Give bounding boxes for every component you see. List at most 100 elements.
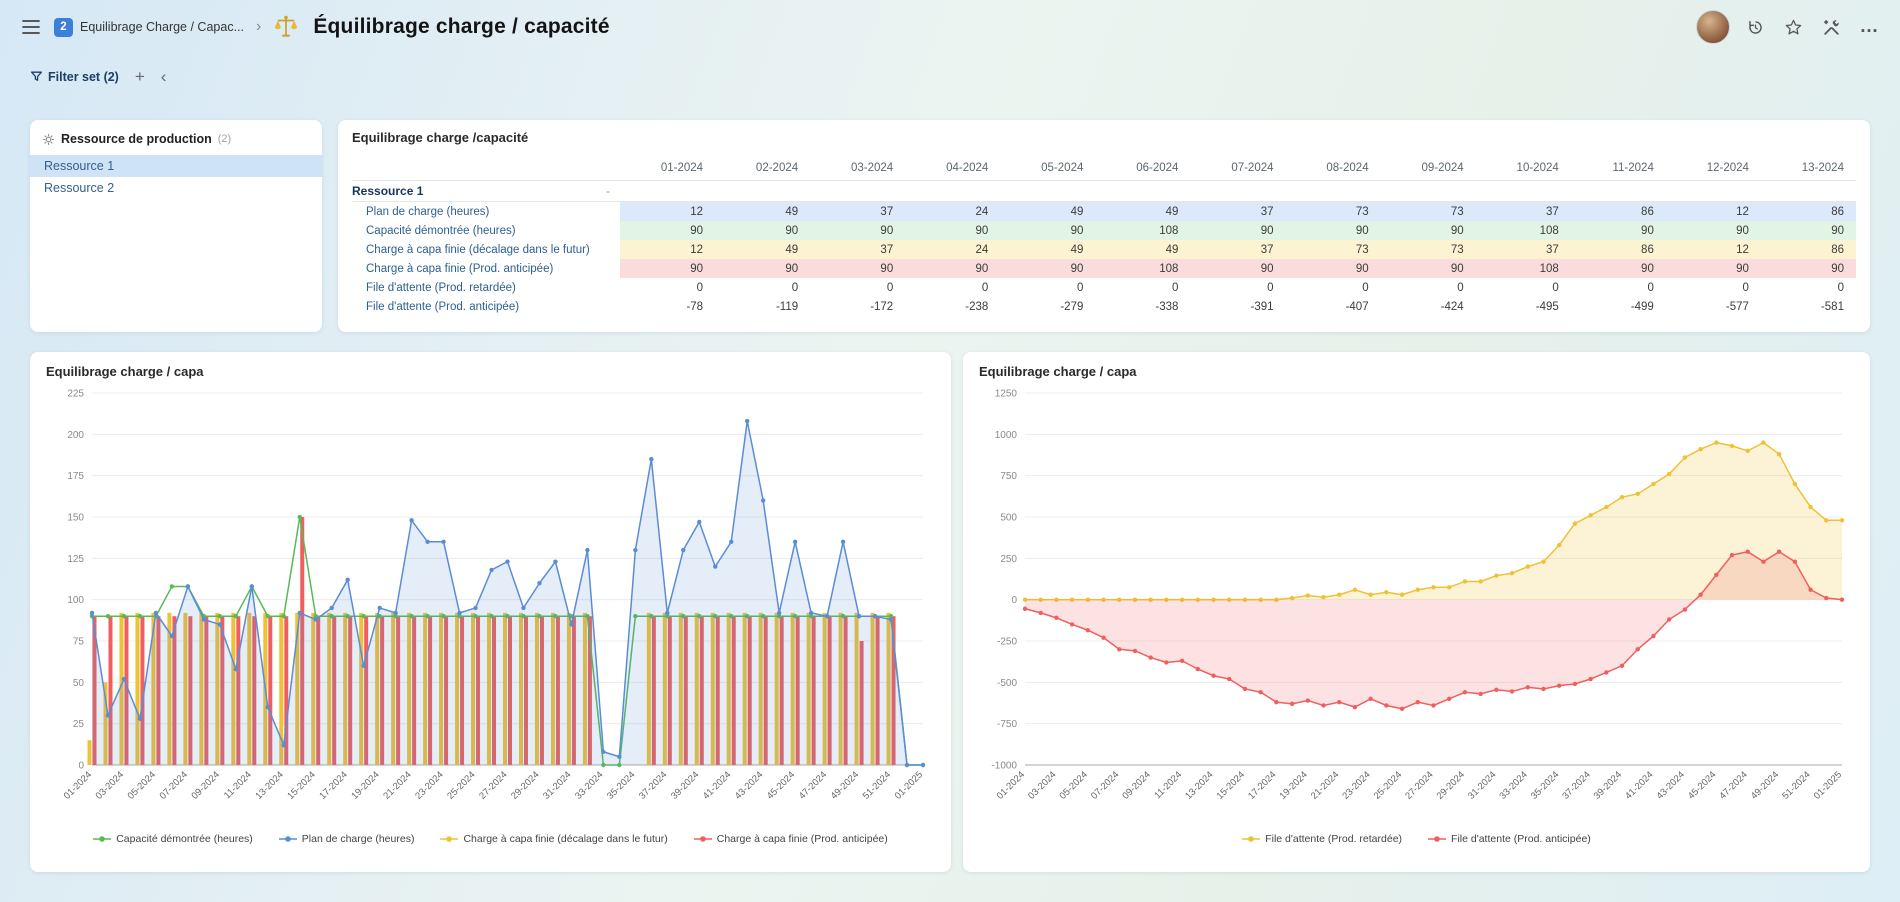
cell-value: 90 — [905, 259, 1000, 278]
svg-text:0: 0 — [1011, 595, 1017, 606]
more-icon[interactable]: … — [1856, 14, 1882, 40]
svg-text:17-2024: 17-2024 — [1246, 769, 1278, 801]
chart-canvas: -1000-750-500-25002505007501000125001-20… — [979, 381, 1854, 829]
legend-item[interactable]: Plan de charge (heures) — [279, 833, 415, 845]
add-filter-button[interactable]: + — [135, 68, 145, 85]
legend-marker — [279, 835, 297, 843]
page-title: Équilibrage charge / capacité — [313, 15, 609, 39]
capacity-table-panel: Equilibrage charge /capacité 01-202402-2… — [338, 120, 1870, 332]
cell-value: 0 — [810, 278, 905, 297]
top-bar: 2 Equilibrage Charge / Capac... › Équili… — [0, 0, 1900, 54]
avatar[interactable] — [1696, 10, 1730, 44]
svg-text:51-2024: 51-2024 — [861, 769, 893, 801]
chart-left-panel: Equilibrage charge / capa 02550751001251… — [30, 352, 951, 872]
legend-item[interactable]: Charge à capa finie (Prod. anticipée) — [694, 833, 888, 845]
collapse-filterbar-button[interactable]: ‹ — [161, 68, 167, 85]
svg-text:150: 150 — [67, 513, 84, 524]
table-column-header: 02-2024 — [715, 162, 810, 174]
svg-text:250: 250 — [1000, 554, 1017, 565]
cell-value: -279 — [1000, 297, 1095, 316]
svg-text:25: 25 — [73, 719, 85, 730]
legend-label: Plan de charge (heures) — [302, 833, 415, 845]
filter-set-chip[interactable]: Filter set (2) — [30, 70, 119, 84]
svg-text:33-2024: 33-2024 — [573, 769, 605, 801]
svg-text:33-2024: 33-2024 — [1497, 769, 1529, 801]
table-row: File d'attente (Prod. anticipée)-78-119-… — [352, 297, 1856, 316]
svg-text:23-2024: 23-2024 — [1340, 769, 1372, 801]
svg-text:01-2025: 01-2025 — [1812, 769, 1844, 801]
cell-value: 90 — [1666, 221, 1761, 240]
cell-value: 12 — [620, 240, 715, 259]
cell-value: 90 — [715, 221, 810, 240]
svg-text:11-2024: 11-2024 — [222, 769, 254, 801]
svg-text:25-2024: 25-2024 — [445, 769, 477, 801]
row-label: Charge à capa finie (Prod. anticipée) — [352, 259, 620, 278]
table-group-row: Ressource 1 - — [352, 181, 1856, 202]
cell-value: 90 — [1381, 221, 1476, 240]
collapse-indicator[interactable]: - — [606, 184, 610, 198]
cell-value: 12 — [1666, 202, 1761, 221]
table-body: Plan de charge (heures)12493724494937737… — [352, 202, 1856, 316]
table-row: Capacité démontrée (heures)9090909090108… — [352, 221, 1856, 240]
table-row: Plan de charge (heures)12493724494937737… — [352, 202, 1856, 221]
cell-value: -499 — [1571, 297, 1666, 316]
svg-text:37-2024: 37-2024 — [637, 769, 669, 801]
svg-text:29-2024: 29-2024 — [1435, 769, 1467, 801]
resource-item[interactable]: Ressource 1 — [30, 155, 322, 177]
svg-text:500: 500 — [1000, 513, 1017, 524]
legend-item[interactable]: Charge à capa finie (décalage dans le fu… — [440, 833, 667, 845]
legend-item[interactable]: Capacité démontrée (heures) — [93, 833, 253, 845]
chart-right-panel: Equilibrage charge / capa -1000-750-500-… — [963, 352, 1870, 872]
cell-value: -424 — [1381, 297, 1476, 316]
cell-value: 37 — [1476, 240, 1571, 259]
cell-value: 90 — [1761, 259, 1856, 278]
table-column-header: 03-2024 — [810, 162, 905, 174]
legend-marker — [93, 835, 111, 843]
cell-value: 49 — [1095, 240, 1190, 259]
svg-text:07-2024: 07-2024 — [158, 769, 190, 801]
cell-value: 90 — [1571, 259, 1666, 278]
svg-text:47-2024: 47-2024 — [1717, 769, 1749, 801]
svg-text:11-2024: 11-2024 — [1152, 769, 1184, 801]
svg-text:35-2024: 35-2024 — [605, 769, 637, 801]
svg-text:49-2024: 49-2024 — [829, 769, 861, 801]
svg-text:0: 0 — [78, 761, 84, 772]
menu-icon[interactable] — [18, 14, 44, 40]
cell-value: 90 — [810, 259, 905, 278]
chart-legend: File d'attente (Prod. retardée) File d'at… — [979, 833, 1854, 845]
cell-value: -119 — [715, 297, 810, 316]
cell-value: 108 — [1476, 259, 1571, 278]
row-label: Charge à capa finie (décalage dans le fu… — [352, 240, 620, 259]
cell-value: 0 — [1000, 278, 1095, 297]
svg-text:05-2024: 05-2024 — [126, 769, 158, 801]
chart-canvas: 025507510012515017520022501-202403-20240… — [46, 381, 935, 829]
breadcrumb-badge: 2 — [54, 18, 73, 37]
breadcrumb-separator-icon: › — [256, 18, 261, 36]
svg-text:45-2024: 45-2024 — [765, 769, 797, 801]
cell-value: 108 — [1476, 221, 1571, 240]
scales-icon — [273, 14, 299, 40]
svg-text:21-2024: 21-2024 — [1309, 769, 1341, 801]
svg-text:09-2024: 09-2024 — [1120, 769, 1152, 801]
cell-value: 90 — [1571, 221, 1666, 240]
breadcrumb[interactable]: 2 Equilibrage Charge / Capac... — [54, 18, 244, 37]
cell-value: 73 — [1286, 202, 1381, 221]
tools-icon[interactable] — [1818, 14, 1844, 40]
svg-text:27-2024: 27-2024 — [477, 769, 509, 801]
cell-value: 0 — [1381, 278, 1476, 297]
resource-item[interactable]: Ressource 2 — [30, 177, 322, 199]
table-column-headers: 01-202402-202403-202404-202405-202406-20… — [352, 147, 1856, 181]
svg-text:01-2025: 01-2025 — [893, 769, 925, 801]
svg-text:09-2024: 09-2024 — [190, 769, 222, 801]
history-icon[interactable] — [1742, 14, 1768, 40]
legend-label: Charge à capa finie (Prod. anticipée) — [717, 833, 888, 845]
breadcrumb-label: Equilibrage Charge / Capac... — [80, 20, 244, 34]
svg-text:15-2024: 15-2024 — [1215, 769, 1247, 801]
cell-value: 0 — [1761, 278, 1856, 297]
legend-item[interactable]: File d'attente (Prod. retardée) — [1242, 833, 1402, 845]
table-row: Charge à capa finie (Prod. anticipée)909… — [352, 259, 1856, 278]
legend-item[interactable]: File d'attente (Prod. anticipée) — [1428, 833, 1591, 845]
star-icon[interactable] — [1780, 14, 1806, 40]
cell-value: -338 — [1095, 297, 1190, 316]
table-row: Charge à capa finie (décalage dans le fu… — [352, 240, 1856, 259]
